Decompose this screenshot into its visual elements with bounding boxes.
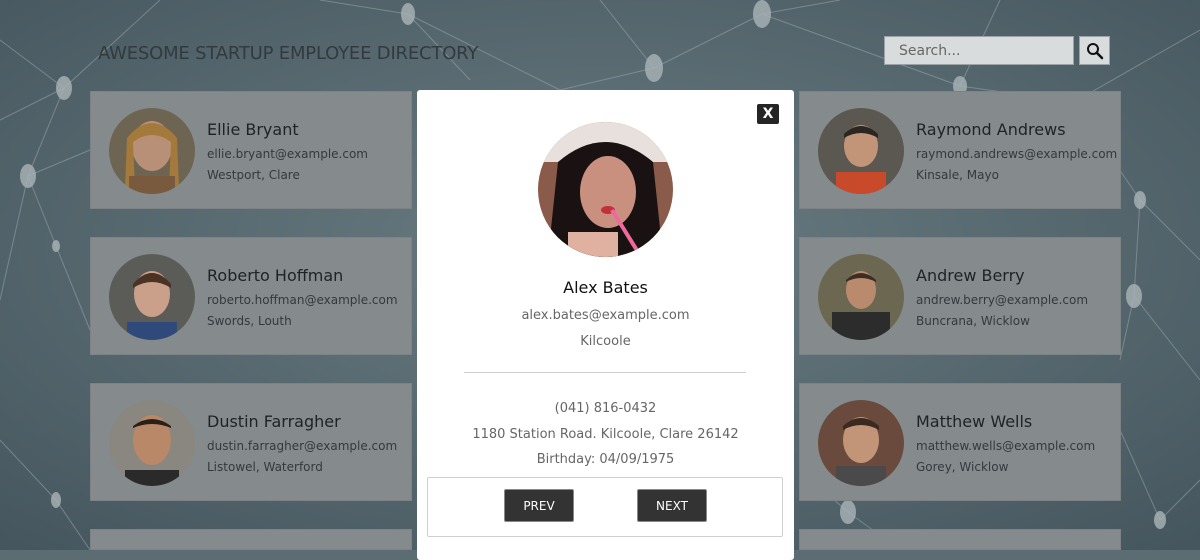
search-input[interactable]: [884, 36, 1074, 65]
modal-nav: PREV NEXT: [427, 477, 783, 537]
avatar: [109, 108, 195, 194]
employee-location: Swords, Louth: [207, 314, 292, 328]
search-button[interactable]: [1079, 36, 1110, 65]
employee-name: Ellie Bryant: [207, 120, 299, 139]
employee-card[interactable]: [799, 529, 1121, 550]
employee-email: andrew.berry@example.com: [916, 293, 1089, 307]
employee-email: ellie.bryant@example.com: [207, 147, 368, 161]
employee-card[interactable]: Dustin Farragher dustin.farragher@exampl…: [90, 383, 412, 501]
employee-email: matthew.wells@example.com: [916, 439, 1096, 453]
employee-location: Listowel, Waterford: [207, 460, 323, 474]
modal-birthday: Birthday: 04/09/1975: [536, 452, 675, 467]
modal-address: 1180 Station Road. Kilcoole, Clare 26142: [472, 427, 739, 442]
prev-button[interactable]: PREV: [504, 489, 574, 522]
page-title: AWESOME STARTUP EMPLOYEE DIRECTORY: [98, 43, 479, 64]
modal-email: alex.bates@example.com: [521, 308, 690, 323]
employee-email: roberto.hoffman@example.com: [207, 293, 398, 307]
employee-location: Westport, Clare: [207, 168, 300, 182]
avatar: [818, 400, 904, 486]
divider: [464, 372, 746, 373]
employee-location: Buncrana, Wicklow: [916, 314, 1030, 328]
employee-card[interactable]: Matthew Wells matthew.wells@example.com …: [799, 383, 1121, 501]
modal-avatar: [538, 122, 673, 257]
modal-name: Alex Bates: [563, 278, 648, 297]
employee-card[interactable]: [90, 529, 412, 550]
employee-name: Roberto Hoffman: [207, 266, 344, 285]
employee-name: Dustin Farragher: [207, 412, 341, 431]
employee-card[interactable]: Ellie Bryant ellie.bryant@example.com We…: [90, 91, 412, 209]
avatar: [818, 108, 904, 194]
employee-card[interactable]: Raymond Andrews raymond.andrews@example.…: [799, 91, 1121, 209]
search-icon: [1086, 42, 1103, 59]
employee-name: Raymond Andrews: [916, 120, 1066, 139]
employee-location: Gorey, Wicklow: [916, 460, 1009, 474]
search-bar: [884, 36, 1110, 65]
avatar: [109, 400, 195, 486]
avatar: [818, 254, 904, 340]
modal-phone: (041) 816-0432: [554, 401, 657, 416]
employee-location: Kinsale, Mayo: [916, 168, 999, 182]
employee-email: dustin.farragher@example.com: [207, 439, 398, 453]
modal-city: Kilcoole: [580, 334, 631, 349]
employee-card[interactable]: Roberto Hoffman roberto.hoffman@example.…: [90, 237, 412, 355]
employee-name: Andrew Berry: [916, 266, 1025, 285]
employee-modal: X Alex Bates alex.bates@example.com Kilc…: [417, 90, 794, 560]
employee-name: Matthew Wells: [916, 412, 1033, 431]
close-button[interactable]: X: [757, 104, 779, 124]
avatar: [109, 254, 195, 340]
employee-email: raymond.andrews@example.com: [916, 147, 1118, 161]
next-button[interactable]: NEXT: [637, 489, 707, 522]
employee-card[interactable]: Andrew Berry andrew.berry@example.com Bu…: [799, 237, 1121, 355]
